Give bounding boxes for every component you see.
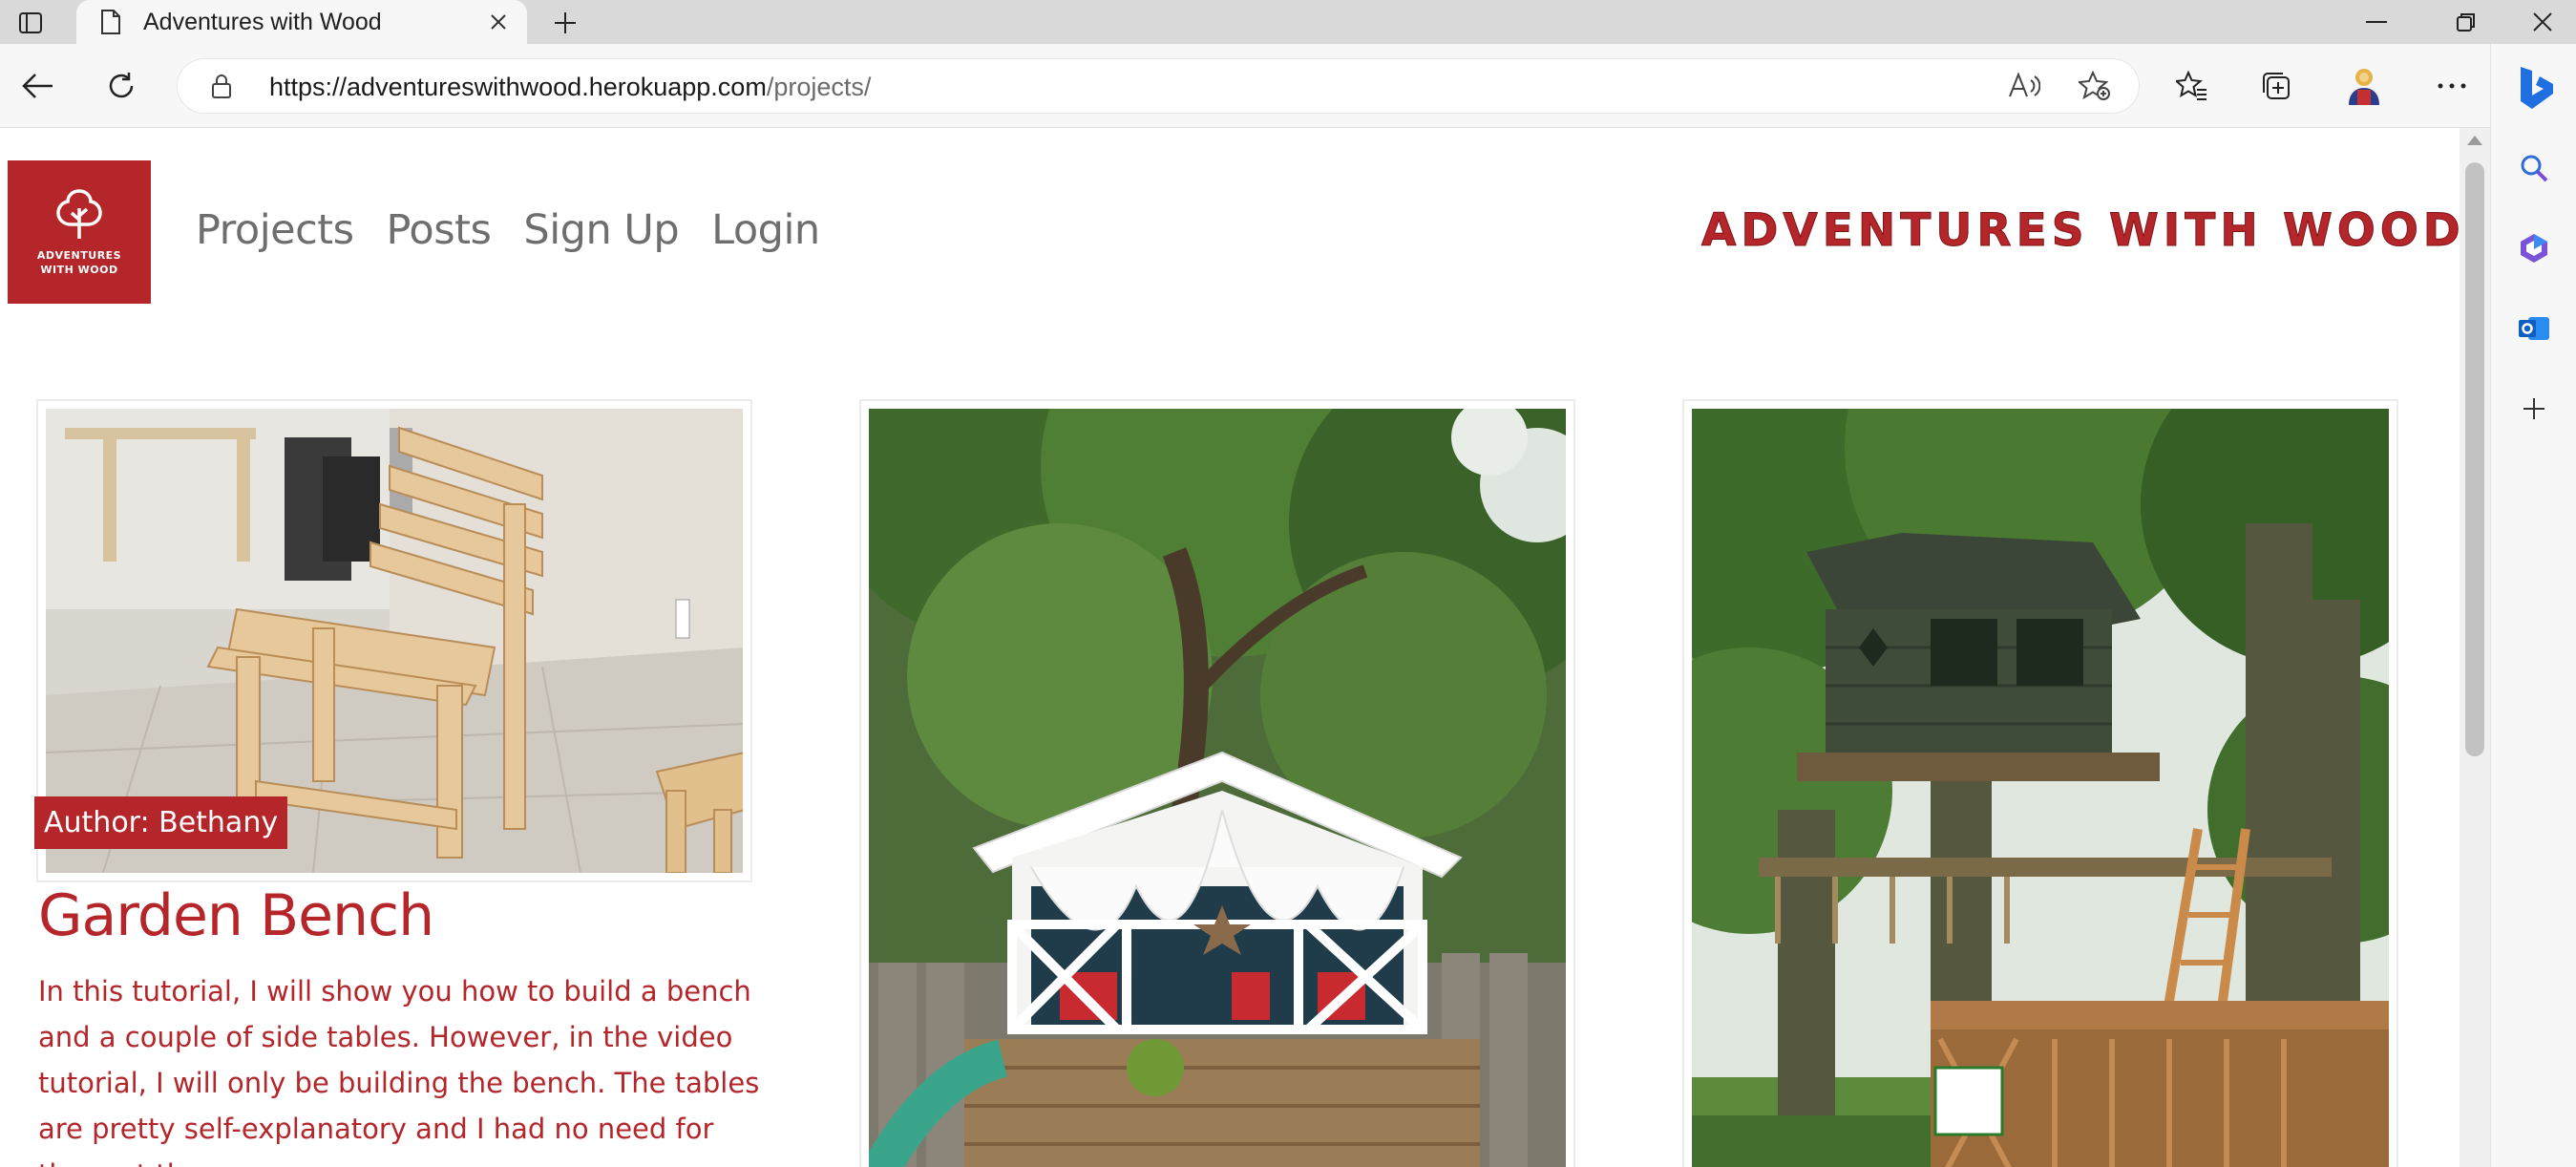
scroll-thumb[interactable]	[2465, 162, 2484, 756]
minimize-icon[interactable]	[2335, 0, 2418, 44]
back-icon[interactable]	[10, 57, 67, 115]
tree-logo-icon	[56, 189, 102, 239]
project-card-playhouse[interactable]	[859, 399, 1575, 1167]
close-tab-icon[interactable]	[479, 3, 517, 41]
nav-login-link[interactable]: Login	[711, 206, 820, 254]
author-badge: Author: Bethany	[34, 796, 288, 849]
add-favorite-icon[interactable]	[2076, 69, 2114, 103]
restore-icon[interactable]	[2423, 0, 2509, 44]
site-nav: Projects Posts Sign Up Login	[196, 206, 820, 254]
site-logo[interactable]: ADVENTURES WITH WOOD	[8, 160, 151, 304]
close-window-icon[interactable]	[2509, 0, 2576, 44]
browser-sidebar	[2490, 44, 2576, 1167]
nav-posts-link[interactable]: Posts	[387, 206, 492, 254]
more-options-icon[interactable]	[2423, 57, 2481, 115]
page-scrollbar[interactable]	[2460, 128, 2490, 1167]
nav-projects-link[interactable]: Projects	[196, 206, 354, 254]
outlook-icon[interactable]	[2505, 300, 2563, 357]
browser-tab-bar: Adventures with Wood	[0, 0, 2576, 44]
browser-toolbar: https://adventureswithwood.herokuapp.com…	[0, 44, 2576, 128]
new-tab-icon[interactable]	[546, 4, 584, 42]
url-host: https://adventureswithwood.herokuapp.com	[269, 73, 767, 101]
project-title-garden-bench[interactable]: Garden Bench	[38, 882, 434, 949]
copilot-icon[interactable]	[2505, 59, 2563, 117]
browser-tab-active[interactable]: Adventures with Wood	[76, 0, 527, 44]
logo-text: ADVENTURES WITH WOOD	[36, 249, 122, 276]
refresh-icon[interactable]	[93, 57, 150, 115]
tab-actions-icon[interactable]	[11, 8, 50, 38]
project-description-garden-bench: In this tutorial, I will show you how to…	[38, 975, 760, 1167]
add-sidebar-app-icon[interactable]	[2505, 380, 2563, 437]
site-brand-title: Adventures with Wood	[1701, 204, 2460, 258]
url-path: /projects/	[766, 73, 872, 101]
favorites-icon[interactable]	[2164, 57, 2221, 115]
profile-avatar-icon[interactable]	[2335, 57, 2393, 115]
page-icon	[95, 7, 126, 37]
tab-title: Adventures with Wood	[143, 8, 382, 35]
nav-sign-up-link[interactable]: Sign Up	[523, 206, 679, 254]
project-image-treehouse[interactable]	[1692, 409, 2389, 1167]
project-image-playhouse[interactable]	[869, 409, 1566, 1167]
url-text[interactable]: https://adventureswithwood.herokuapp.com…	[269, 73, 871, 102]
search-icon[interactable]	[2505, 139, 2563, 197]
web-page: ADVENTURES WITH WOOD Projects Posts Sign…	[0, 128, 2460, 1167]
read-aloud-icon[interactable]	[2005, 69, 2043, 103]
lock-icon[interactable]	[206, 71, 237, 101]
address-bar[interactable]: https://adventureswithwood.herokuapp.com…	[178, 59, 2139, 113]
project-card-treehouse[interactable]	[1682, 399, 2398, 1167]
office-icon[interactable]	[2505, 220, 2563, 277]
scroll-up-arrow-icon[interactable]	[2467, 136, 2482, 145]
collections-icon[interactable]	[2248, 57, 2305, 115]
